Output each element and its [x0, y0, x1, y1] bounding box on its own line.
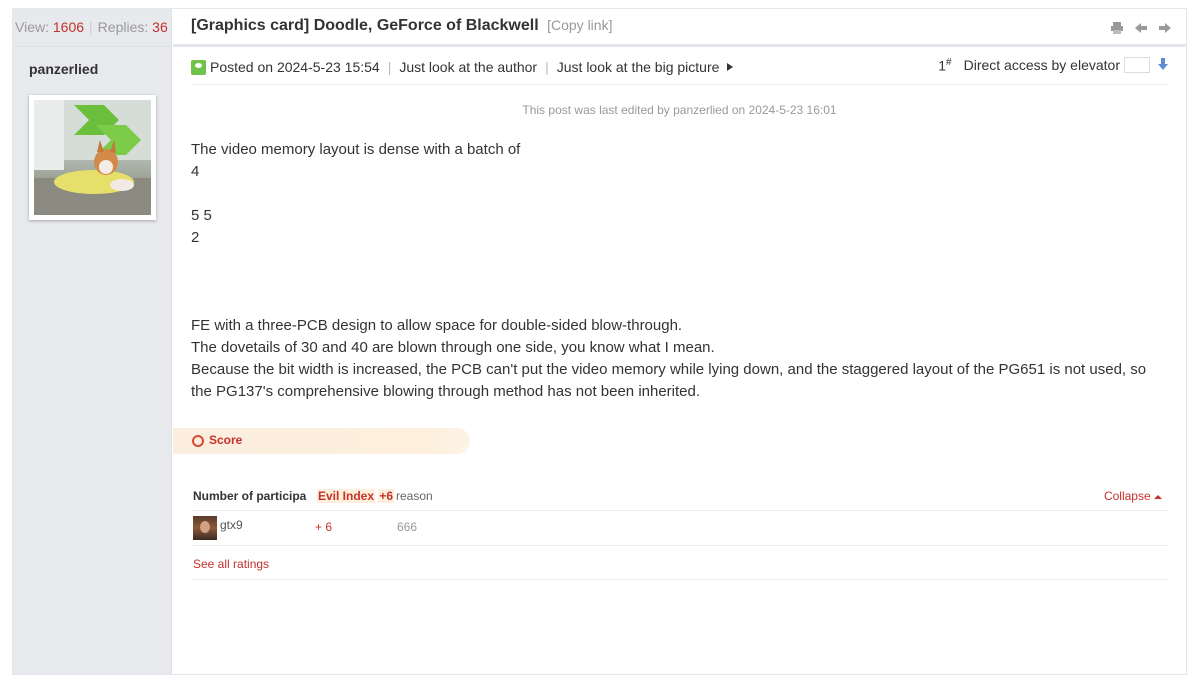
- big-picture-link[interactable]: Just look at the big picture: [557, 59, 720, 75]
- rater-name[interactable]: gtx9: [220, 518, 243, 532]
- reason-header: reason: [396, 489, 433, 503]
- edited-note: This post was last edited by panzerlied …: [522, 103, 837, 117]
- see-all-ratings-row: See all ratings: [191, 546, 1168, 580]
- meta-divider: |: [387, 59, 392, 75]
- content-line: 5 5: [191, 207, 212, 224]
- rater-avatar[interactable]: [193, 516, 217, 540]
- thread-title: [Graphics card] Doodle, GeForce of Black…: [191, 17, 612, 35]
- content-line: The dovetails of 30 and 40 are blown thr…: [191, 339, 715, 356]
- content-line: FE with a three-PCB design to allow spac…: [191, 317, 683, 334]
- meta-divider: |: [545, 59, 549, 75]
- ratings-table: Number of participa Evil Index +6 reason…: [191, 487, 1168, 580]
- collapse-button[interactable]: Collapse: [1104, 489, 1162, 503]
- post-content: The video memory layout is dense with a …: [191, 139, 1156, 403]
- forum-post-frame: View: 1606 | Replies: 36 panzerlied [Gra…: [12, 8, 1187, 675]
- next-thread-icon[interactable]: [1158, 21, 1172, 35]
- author-sidebar: View: 1606 | Replies: 36 panzerlied: [13, 9, 172, 674]
- arrow-down-icon[interactable]: [1158, 57, 1168, 73]
- chevron-up-icon: [1154, 495, 1162, 499]
- elevator-label: Direct access by elevator: [963, 57, 1120, 74]
- avatar-image: [34, 100, 151, 215]
- content-line: The video memory layout is dense with a …: [191, 141, 521, 158]
- rating-points: + 6: [315, 520, 333, 534]
- score-label: Score: [209, 433, 243, 447]
- post-main: [Graphics card] Doodle, GeForce of Black…: [173, 9, 1186, 674]
- stats-divider: |: [89, 19, 93, 35]
- post-meta-bar: Posted on 2024-5-23 15:54 | Just look at…: [191, 57, 1168, 85]
- author-name[interactable]: panzerlied: [13, 61, 171, 77]
- rating-row: gtx9 + 6 666: [191, 511, 1168, 546]
- content-line: Because the bit width is increased, the …: [191, 361, 1151, 400]
- view-count: 1606: [52, 19, 85, 35]
- content-line: 2: [191, 229, 200, 246]
- replies-label: Replies:: [97, 19, 149, 35]
- floor-number: 1#: [938, 57, 952, 74]
- print-icon[interactable]: [1110, 21, 1124, 35]
- online-status-icon: [191, 59, 206, 75]
- ratings-header: Number of participa Evil Index +6 reason…: [191, 487, 1168, 511]
- prev-thread-icon[interactable]: [1134, 21, 1148, 35]
- score-bar[interactable]: Score: [173, 428, 470, 454]
- score-circle-icon: [192, 435, 204, 447]
- title-toolbar: [1110, 21, 1172, 35]
- content-line: 4: [191, 163, 200, 180]
- thread-title-bar: [Graphics card] Doodle, GeForce of Black…: [173, 9, 1186, 47]
- participants-header: Number of participa: [193, 489, 307, 503]
- rating-reason: 666: [397, 520, 418, 534]
- thread-title-text: [Graphics card] Doodle, GeForce of Black…: [191, 17, 539, 34]
- see-all-ratings-link[interactable]: See all ratings: [193, 557, 269, 571]
- caret-right-icon[interactable]: [727, 63, 734, 71]
- index-header: Evil Index +6: [317, 489, 395, 503]
- replies-count: 36: [152, 19, 168, 35]
- elevator-input[interactable]: [1124, 57, 1150, 74]
- avatar[interactable]: [29, 95, 156, 220]
- only-author-link[interactable]: Just look at the author: [399, 59, 537, 75]
- copy-link[interactable]: [Copy link]: [547, 17, 612, 33]
- posted-on: Posted on 2024-5-23 15:54: [210, 59, 380, 75]
- view-label: View:: [15, 19, 49, 35]
- thread-stats: View: 1606 | Replies: 36: [13, 9, 171, 47]
